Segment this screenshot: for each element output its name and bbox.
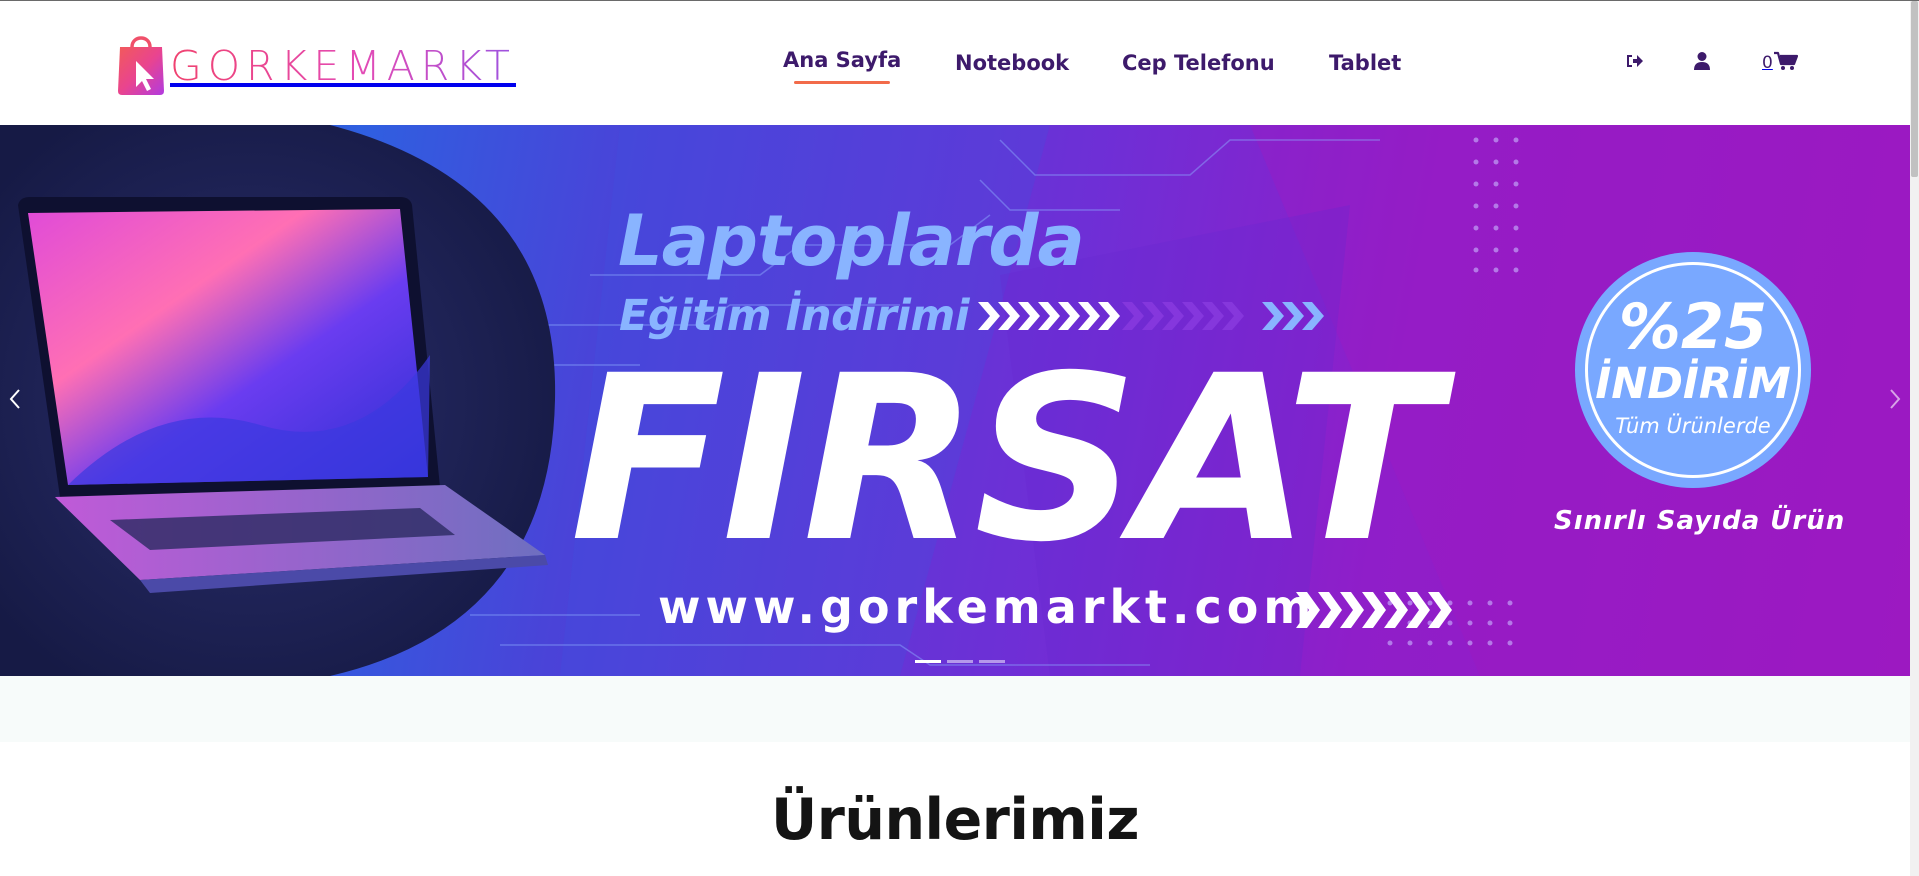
- cart-button[interactable]: 0: [1762, 51, 1798, 75]
- carousel-next-button[interactable]: [1880, 383, 1910, 419]
- discount-badge: %25 İNDİRİM Tüm Ürünlerde: [1575, 252, 1811, 488]
- brand-logo[interactable]: GORKEMARKT: [116, 31, 516, 97]
- page-scrollbar[interactable]: [1910, 1, 1919, 876]
- scrollbar-thumb[interactable]: [1911, 1, 1918, 177]
- section-title: Ürünlerimiz: [770, 787, 1140, 853]
- badge-percent: %25: [1618, 290, 1768, 363]
- login-button[interactable]: [1625, 51, 1645, 75]
- carousel-indicator-2[interactable]: [947, 660, 973, 663]
- carousel-indicator-3[interactable]: [979, 660, 1005, 663]
- hero-url: www.gorkemarkt.com: [658, 580, 1317, 634]
- nav-item-cep-telefonu[interactable]: Cep Telefonu: [1122, 51, 1275, 75]
- badge-label: İNDİRİM: [1595, 359, 1791, 409]
- nav-item-tablet[interactable]: Tablet: [1329, 51, 1401, 75]
- sign-in-icon: [1625, 52, 1645, 74]
- shopping-bag-icon: [116, 31, 166, 97]
- nav-item-notebook[interactable]: Notebook: [955, 51, 1069, 75]
- account-button[interactable]: [1693, 51, 1711, 75]
- site-header: GORKEMARKT Ana Sayfa Notebook Cep Telefo…: [0, 1, 1910, 125]
- hero-line-laptoplarda: Laptoplarda: [618, 200, 1085, 282]
- hero-headline: FIRSAT: [570, 326, 1441, 592]
- hero-carousel[interactable]: Laptoplarda Eğitim İndirimi FIRSAT www.g…: [0, 125, 1910, 676]
- chevron-right-icon: [1888, 388, 1902, 414]
- badge-sub: Tüm Ürünlerde: [1615, 414, 1771, 438]
- cart-icon: [1773, 51, 1798, 75]
- hero-bottom-strip: [0, 676, 1910, 742]
- cart-count: 0: [1762, 53, 1773, 73]
- nav-item-ana-sayfa[interactable]: Ana Sayfa: [783, 48, 901, 84]
- carousel-prev-button[interactable]: [0, 383, 30, 419]
- carousel-indicators: [915, 660, 1005, 663]
- brand-name: GORKEMARKT: [170, 42, 516, 90]
- carousel-indicator-1[interactable]: [915, 660, 941, 663]
- user-icon: [1693, 51, 1711, 75]
- hero-limited-text: Sınırlı Sayıda Ürün: [1554, 506, 1846, 536]
- chevron-left-icon: [8, 388, 22, 414]
